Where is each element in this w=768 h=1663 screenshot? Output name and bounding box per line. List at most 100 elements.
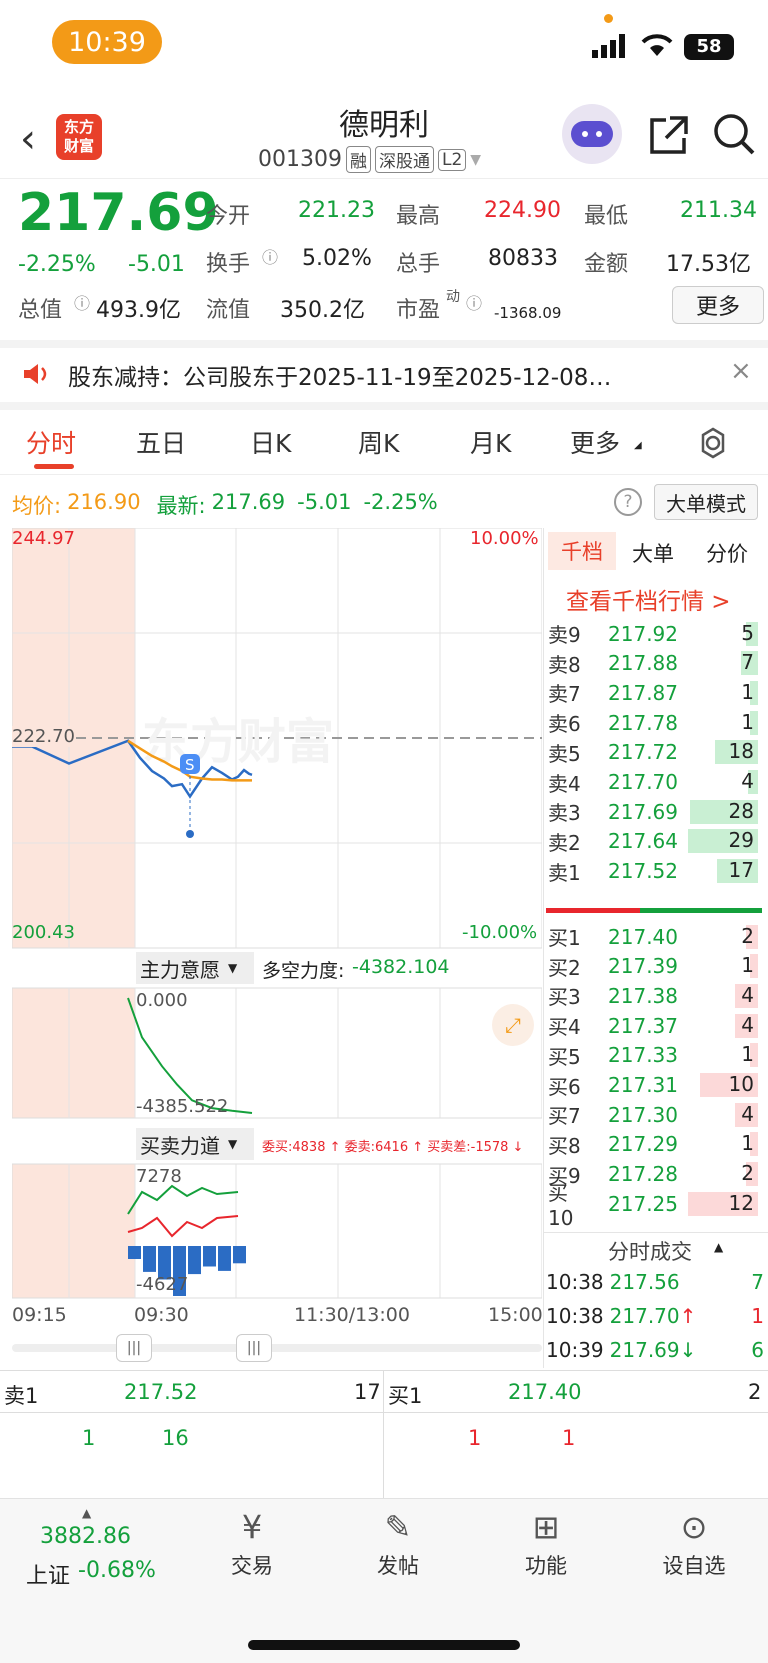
tab-monthly[interactable]: 月K <box>470 424 511 460</box>
close-icon[interactable]: × <box>730 356 752 386</box>
bid-volume: 10 <box>728 1072 754 1096</box>
tag-l2: L2 <box>437 148 467 171</box>
bid-row[interactable]: 买1 217.40 2 <box>544 921 768 952</box>
exchange-icon: ¥ <box>241 1508 263 1546</box>
speaker-icon <box>24 364 47 384</box>
stock-subtitle[interactable]: 001309 融 深股通 L2 ▼ <box>258 146 481 173</box>
net-bar <box>143 1246 156 1272</box>
ask-row[interactable]: 卖1 217.52 17 <box>544 856 768 887</box>
book-tab-big[interactable]: 大单 <box>632 538 674 568</box>
bid-row[interactable]: 买8 217.29 1 <box>544 1129 768 1160</box>
label-float-cap: 流值 <box>206 298 251 323</box>
value-low: 211.34 <box>680 198 757 223</box>
latest-change: -5.01 <box>297 490 352 514</box>
index-ticker[interactable]: 上证 -0.68% <box>26 1558 156 1590</box>
time-label-open: 09:30 <box>134 1304 189 1326</box>
book-tab-1000[interactable]: 千档 <box>548 532 616 570</box>
ask-row[interactable]: 卖8 217.88 7 <box>544 648 768 679</box>
info-icon[interactable]: ⓘ <box>262 244 278 268</box>
label-amount: 金额 <box>584 252 629 277</box>
assistant-avatar[interactable] <box>562 104 622 164</box>
tab-intraday[interactable]: 分时 <box>26 424 76 460</box>
ask-row[interactable]: 卖7 217.87 1 <box>544 677 768 708</box>
chart-watermark: 东方财富 <box>142 714 334 770</box>
label-high: 最高 <box>396 204 441 229</box>
expand-up-icon[interactable]: ▲ <box>82 1506 91 1520</box>
view-depth-link[interactable]: 查看千档行情 > <box>566 582 731 616</box>
book-tab-price[interactable]: 分价 <box>706 538 748 568</box>
ask-row[interactable]: 卖6 217.78 1 <box>544 707 768 738</box>
bid-price: 217.29 <box>608 1132 678 1157</box>
ask-level: 卖6 <box>548 712 581 737</box>
settings-icon[interactable] <box>696 426 730 460</box>
bid-row[interactable]: 买5 217.33 1 <box>544 1040 768 1071</box>
index-value[interactable]: 3882.86 <box>40 1524 131 1549</box>
info-icon[interactable]: ⓘ <box>466 290 482 314</box>
bid-row[interactable]: 买3 217.38 4 <box>544 980 768 1011</box>
notice-bar[interactable]: 股东减持：公司股东于2025-11-19至2025-12-08… <box>0 340 768 410</box>
change-amount: -5.01 <box>128 252 185 277</box>
bid-row[interactable]: 买6 217.31 10 <box>544 1070 768 1101</box>
bid-level: 买1 <box>548 926 581 950</box>
intraday-chart[interactable]: 东方财富 S <box>11 527 543 1362</box>
share-icon[interactable] <box>648 114 690 156</box>
ask-row[interactable]: 卖9 217.92 5 <box>544 618 768 649</box>
bid-price: 217.31 <box>608 1073 678 1097</box>
ask-level: 卖9 <box>548 623 581 647</box>
nav-trade-label: 交易 <box>231 1554 273 1578</box>
ask-row[interactable]: 卖4 217.70 4 <box>544 767 768 798</box>
notice-text: 股东减持：公司股东于2025-11-19至2025-12-08… <box>68 365 612 391</box>
bid-row[interactable]: 买10 217.25 12 <box>544 1181 768 1230</box>
label-low: 最低 <box>584 204 629 229</box>
range-handle-right[interactable]: ||| <box>236 1334 272 1362</box>
net-bar <box>233 1246 246 1264</box>
buy-order-2: 1 <box>562 1426 576 1450</box>
help-icon[interactable]: ? <box>614 488 642 516</box>
bid-level: 买7 <box>548 1104 581 1129</box>
battery-icon: 58 <box>684 34 734 60</box>
wifi-icon <box>641 34 673 56</box>
more-icon: ⊙ <box>680 1508 708 1546</box>
ask-row[interactable]: 卖5 217.72 18 <box>544 737 768 768</box>
search-icon[interactable] <box>712 112 756 156</box>
bid-row[interactable]: 买7 217.30 4 <box>544 1099 768 1130</box>
range-handle-left[interactable]: ||| <box>116 1334 152 1362</box>
expand-icon[interactable]: ⤢ <box>492 1004 534 1046</box>
bid-row[interactable]: 买2 217.39 1 <box>544 951 768 982</box>
trade-price: 217.70 <box>609 1304 680 1328</box>
trade-row: 10:38 217.56 7 <box>546 1270 764 1294</box>
indicator-selector-2[interactable]: 买卖力道 ▼ <box>136 1128 254 1160</box>
tab-more[interactable]: 更多 <box>570 424 620 460</box>
ask-row[interactable]: 卖3 217.69 28 <box>544 796 768 827</box>
tab-daily[interactable]: 日K <box>250 424 291 460</box>
ask-volume: 17 <box>728 858 754 883</box>
bottom-buy-price: 217.40 <box>508 1380 582 1404</box>
big-order-mode-button[interactable]: 大单模式 <box>654 484 758 520</box>
nav-functions[interactable]: ⊞ 功能 <box>476 1508 616 1580</box>
collapse-icon[interactable]: ▲ <box>714 1240 723 1254</box>
tab-weekly[interactable]: 周K <box>358 424 399 460</box>
info-icon[interactable]: ⓘ <box>74 290 90 314</box>
trades-title[interactable]: 分时成交 <box>608 1236 692 1266</box>
more-quote-button[interactable]: 更多 <box>672 286 764 324</box>
bid-row[interactable]: 买4 217.37 4 <box>544 1010 768 1041</box>
indicator-1-title: 主力意愿 <box>140 957 220 982</box>
nav-watchlist[interactable]: ⊙ 设自选 <box>624 1508 764 1580</box>
tab-5day[interactable]: 五日 <box>136 424 186 460</box>
ask-volume: 7 <box>741 650 754 675</box>
ask-price: 217.69 <box>608 799 678 824</box>
chart-mid-price: 222.70 <box>12 726 75 747</box>
nav-trade[interactable]: ¥ 交易 <box>182 1508 322 1580</box>
dropdown-icon: ▼ <box>228 1137 238 1151</box>
tag-connect: 深股通 <box>374 146 434 173</box>
label-open: 今开 <box>206 204 251 229</box>
latest-price: 217.69 <box>211 490 286 514</box>
sell-order-1: 1 <box>82 1426 96 1450</box>
ask-row[interactable]: 卖2 217.64 29 <box>544 826 768 857</box>
nav-functions-label: 功能 <box>525 1554 567 1578</box>
nav-post[interactable]: ✎ 发帖 <box>328 1508 468 1580</box>
label-pe: 市盈 <box>396 298 441 323</box>
indicator-selector-1[interactable]: 主力意愿 ▼ <box>136 952 254 984</box>
trade-price: 217.56 <box>609 1270 680 1294</box>
value-market-cap: 493.9亿 <box>96 298 181 323</box>
